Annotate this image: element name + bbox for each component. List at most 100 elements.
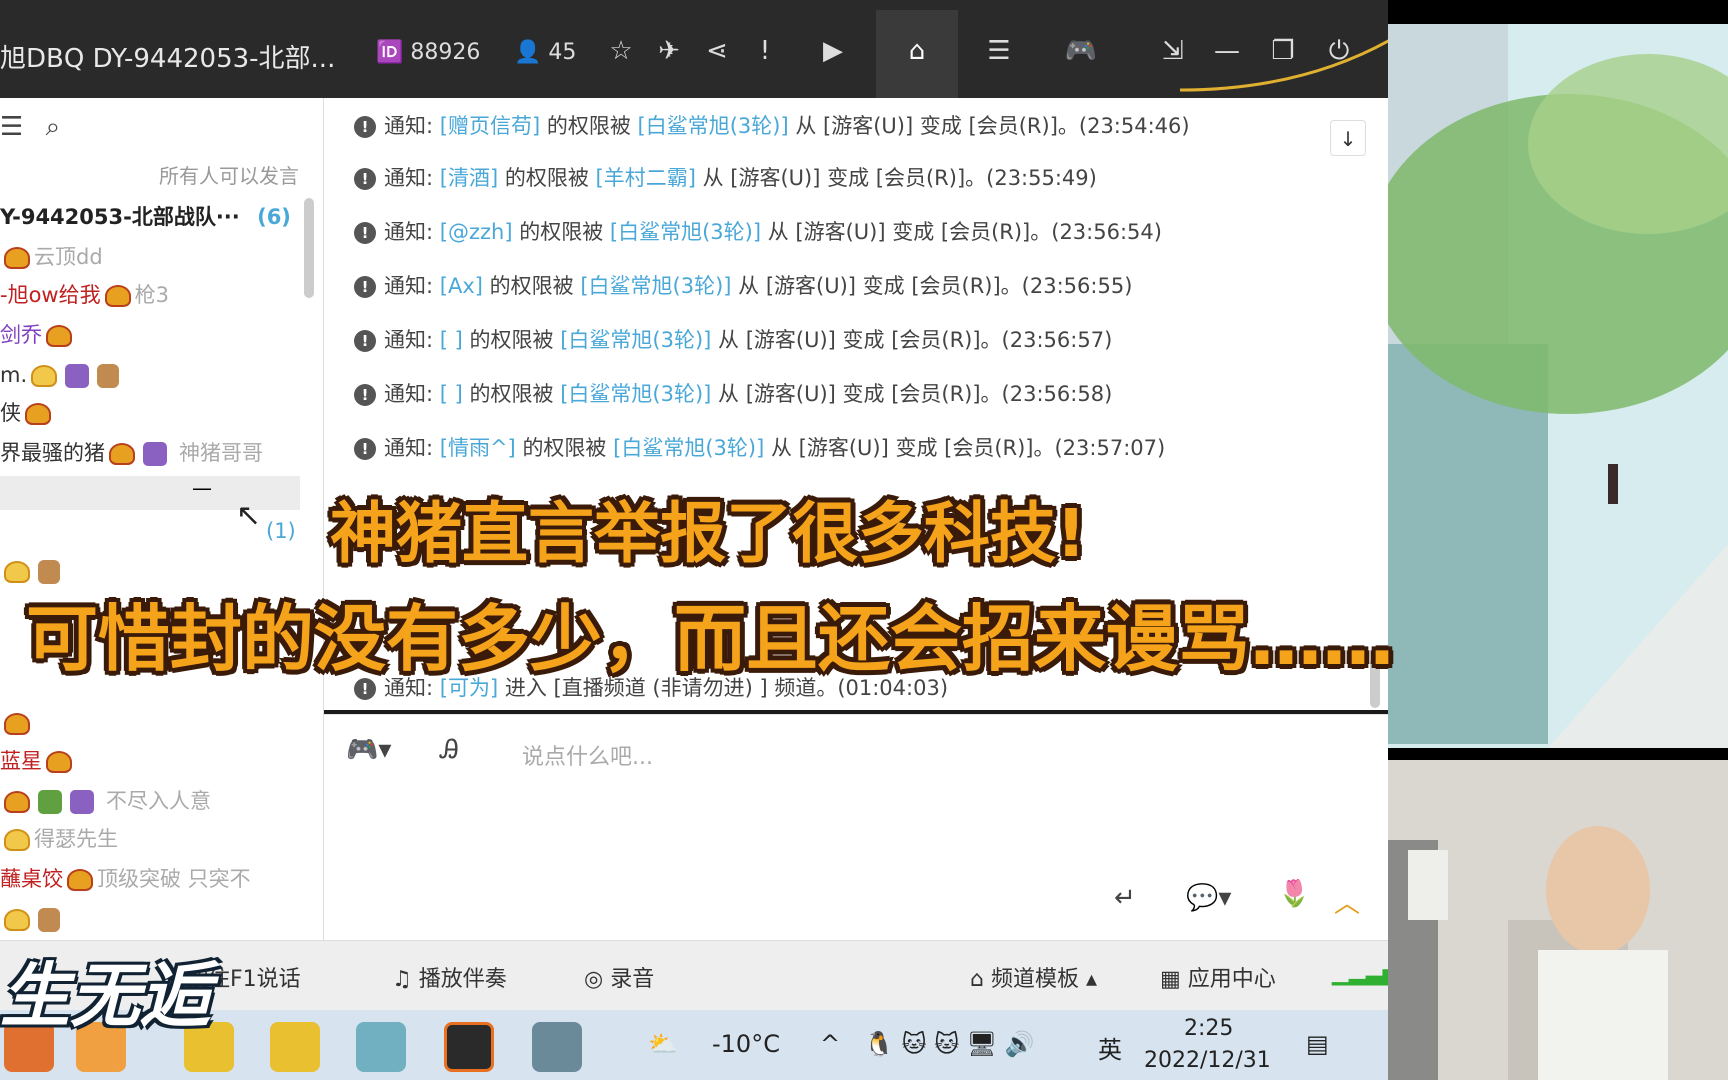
ime-indicator[interactable]: 英	[1098, 1030, 1122, 1065]
screen: 旭DBQ DY-9442053-北部... 🆔 88926 👤 45 ☆ ✈ ⋖…	[0, 0, 1728, 1080]
badge-icon	[38, 790, 62, 814]
user-list-scrollbar[interactable]	[304, 198, 314, 298]
sub-count: (1)	[266, 519, 296, 543]
user-row[interactable]: 不尽入人意	[0, 786, 211, 816]
arrow-down-icon: ↓	[1339, 127, 1357, 151]
notice-icon: !	[354, 168, 376, 190]
enter-icon[interactable]: ↵	[1114, 883, 1136, 913]
user-row[interactable]	[0, 904, 64, 934]
plane-icon[interactable]: ✈	[652, 34, 686, 68]
user-row[interactable]: 剑乔	[0, 320, 76, 350]
online-count: 👤 45	[514, 40, 577, 65]
user-row[interactable]: 界最骚的猪 神猪哥哥	[0, 438, 263, 468]
list-icon[interactable]: ☰	[0, 112, 23, 142]
illustration	[1388, 24, 1728, 748]
chat-bubble-button[interactable]: 💬▾	[1186, 883, 1231, 913]
font-style-button[interactable]: Ꭿ	[440, 735, 459, 766]
panel-header: ☰ ⌕	[0, 112, 60, 143]
user-icon: 👤	[514, 40, 542, 65]
message-input-area: 🎮▾ Ꭿ 说点什么吧... ↵ 💬▾ 🌷 ︿	[324, 714, 1388, 940]
gamepad-emoji-button[interactable]: 🎮▾	[346, 735, 391, 765]
taskbar-app[interactable]	[532, 1022, 582, 1072]
template-icon: ⌂	[970, 967, 984, 992]
chat-message: ! 通知: [赠页信苟] 的权限被 [白鲨常旭(3轮)] 从 [游客(U)] 变成…	[354, 110, 1190, 140]
taskbar-app[interactable]	[270, 1022, 320, 1072]
crown-icon	[46, 325, 72, 347]
user-row[interactable]: 蘸桌饺 顶级突破 只突不	[0, 864, 251, 894]
chat-message: ! 通知: [@zzh] 的权限被 [白鲨常旭(3轮)] 从 [游客(U)] 变成…	[354, 216, 1162, 246]
taskbar-app[interactable]	[444, 1022, 494, 1072]
notice-icon: !	[354, 438, 376, 460]
temperature[interactable]: -10°C	[712, 1030, 780, 1058]
chat-message: ! 通知: [Ax] 的权限被 [白鲨常旭(3轮)] 从 [游客(U)] 变成 […	[354, 270, 1132, 300]
webcam-panel	[1388, 760, 1728, 1080]
hand-icon	[97, 364, 120, 388]
user-row[interactable]: m.	[0, 360, 123, 390]
user-row[interactable]: 侠	[0, 398, 55, 428]
scroll-down-button[interactable]: ↓	[1330, 120, 1366, 156]
crown-icon	[25, 403, 51, 425]
message-input[interactable]: 说点什么吧...	[522, 739, 653, 771]
notification-icon[interactable]: ▤	[1306, 1030, 1329, 1058]
app-topbar: 旭DBQ DY-9442053-北部... 🆔 88926 👤 45 ☆ ✈ ⋖…	[0, 0, 1390, 98]
list-icon[interactable]: ☰	[982, 34, 1016, 68]
user-row[interactable]: 得瑟先生	[0, 824, 118, 854]
webcam-image	[1388, 760, 1728, 1080]
channel-title: 旭DBQ DY-9442053-北部...	[0, 44, 336, 74]
caption-line-2: 可惜封的没有多少，而且还会招来谩骂……	[26, 597, 1395, 681]
cursor-icon: ↖	[236, 498, 262, 533]
report-icon[interactable]: !	[748, 34, 782, 68]
record-button[interactable]: ◎ 录音	[584, 961, 654, 993]
badge-icon	[143, 442, 167, 466]
chat-message: ! 通知: [ ] 的权限被 [白鲨常旭(3轮)] 从 [游客(U)] 变成 [会…	[354, 378, 1112, 408]
chat-message: ! 通知: [情雨^] 的权限被 [白鲨常旭(3轮)] 从 [游客(U)] 变成 …	[354, 432, 1165, 462]
user-row[interactable]: 蓝星	[0, 746, 76, 776]
gamepad-icon[interactable]: 🎮	[1064, 34, 1098, 68]
crown-icon	[67, 869, 93, 891]
badge-icon	[65, 364, 90, 388]
user-list-panel: ☰ ⌕ 所有人可以发言 Y-9442053-北部战队··· (6) 云顶dd -…	[0, 98, 324, 940]
badge-icon	[70, 790, 94, 814]
flower-gift-button[interactable]: 🌷	[1278, 879, 1310, 909]
notice-icon: !	[354, 276, 376, 298]
user-row[interactable]	[0, 708, 34, 738]
frame-border	[1388, 748, 1728, 760]
taskbar-app[interactable]	[356, 1022, 406, 1072]
star-icon[interactable]: ☆	[604, 34, 638, 68]
crown-icon	[4, 713, 30, 735]
caption-line-1: 神猪直言举报了很多科技!	[330, 495, 1087, 572]
room-id: 🆔 88926	[376, 40, 481, 65]
notice-icon: !	[354, 116, 376, 138]
clock-time[interactable]: 2:25	[1184, 1016, 1233, 1041]
clock-date[interactable]: 2022/12/31	[1144, 1048, 1271, 1073]
tray-icons[interactable]: 🐧 🐱 🐱 🖥 🔊	[864, 1030, 1035, 1058]
crown-icon	[109, 443, 135, 465]
share-icon[interactable]: ⋖	[700, 34, 734, 68]
tab-home[interactable]: ⌂	[876, 10, 958, 98]
music-button[interactable]: ♫ 播放伴奏	[392, 961, 507, 993]
tray-expand-icon[interactable]: ^	[820, 1030, 840, 1058]
user-row[interactable]: 云顶dd	[0, 242, 103, 272]
crown-icon	[4, 829, 30, 851]
grid-icon: ▦	[1160, 967, 1181, 992]
decor-curve	[1180, 38, 1390, 92]
notice-icon: !	[354, 330, 376, 352]
crown-icon	[46, 751, 72, 773]
weather-icon[interactable]: ⛅	[648, 1030, 678, 1058]
channel-row[interactable]: Y-9442053-北部战队··· (6)	[0, 202, 291, 232]
illustration-panel	[1388, 24, 1728, 748]
chat-message: ! 通知: [清酒] 的权限被 [羊村二霸] 从 [游客(U)] 变成 [会员(R…	[354, 162, 1097, 192]
template-button[interactable]: ⌂ 频道模板 ▴	[970, 961, 1097, 993]
chevron-up-icon[interactable]: ︿	[1334, 883, 1360, 920]
crown-icon	[4, 791, 30, 813]
notice-icon: !	[354, 222, 376, 244]
user-row[interactable]: -旭ow给我 枪3	[0, 280, 169, 310]
hand-icon	[38, 908, 60, 932]
apps-button[interactable]: ▦ 应用中心	[1160, 961, 1276, 993]
search-icon[interactable]: ⌕	[46, 112, 61, 142]
id-icon: 🆔	[376, 40, 404, 65]
video-icon[interactable]: ▶	[816, 34, 850, 68]
speech-mode: 所有人可以发言	[159, 164, 299, 188]
crown-icon	[104, 285, 131, 307]
music-icon: ♫	[392, 967, 412, 992]
